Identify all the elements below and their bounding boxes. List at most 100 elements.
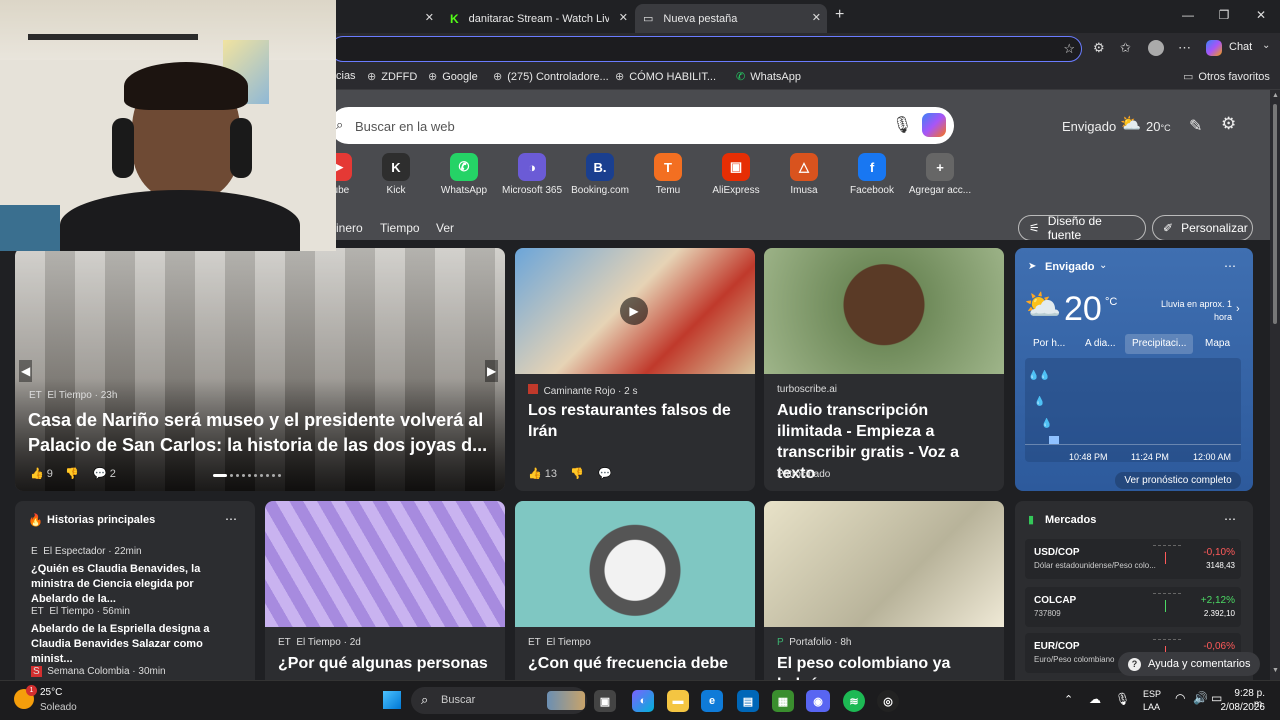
forecast-link[interactable]: Ver pronóstico completo xyxy=(1115,472,1241,489)
lang-esp[interactable]: ESP xyxy=(1143,689,1161,699)
dislike-icon[interactable]: 👎 xyxy=(570,467,584,480)
file-explorer-icon[interactable]: ▬ xyxy=(667,690,689,712)
task-view-icon[interactable]: ▣ xyxy=(594,690,616,712)
article-title[interactable]: El peso colombiano ya habría xyxy=(777,653,1001,680)
comment-button[interactable]: 💬 2 xyxy=(93,467,116,480)
network-tray-icon[interactable]: ☁ xyxy=(1089,692,1101,706)
font-design-button[interactable]: ⚟ Diseño de fuente xyxy=(1018,214,1146,242)
scroll-thumb[interactable] xyxy=(1273,104,1277,324)
article-title[interactable]: ¿Por qué algunas personas xyxy=(278,653,498,674)
settings-icon[interactable]: ⚙ xyxy=(1221,114,1236,134)
microphone-icon[interactable]: 🎙 xyxy=(892,115,912,135)
more-icon[interactable]: ⋯ xyxy=(1178,40,1191,56)
favorite-item[interactable]: ✆ WhatsApp xyxy=(736,70,801,83)
market-row[interactable]: COLCAP 737809 +2,12% 2.392,10 xyxy=(1025,587,1241,627)
close-icon[interactable]: ✕ xyxy=(812,11,821,24)
tab-kick[interactable]: K danitarac Stream - Watch Live on K ✕ xyxy=(442,4,634,33)
weather-card[interactable]: ➤ Envigado ⌄ ⋯ ⛅ 20 °C Lluvia en aprox. … xyxy=(1015,248,1253,491)
story-title[interactable]: Abelardo de la Espriella designa a Claud… xyxy=(31,622,241,667)
hero-card[interactable]: ◀ ▶ ET El Tiempo · 23h Casa de Nariño se… xyxy=(15,248,505,491)
lang-laa[interactable]: LAA xyxy=(1143,702,1160,712)
scroll-up-icon[interactable]: ▲ xyxy=(1272,92,1279,99)
quicklink-4[interactable]: B. Booking.com xyxy=(565,153,635,196)
quicklink-1[interactable]: K Kick xyxy=(361,153,431,196)
edge-icon[interactable]: e xyxy=(701,690,723,712)
tab-previous[interactable]: ✕ xyxy=(336,4,440,33)
extensions-icon[interactable]: ⚙ xyxy=(1093,40,1105,56)
favorite-item[interactable]: ⊕ Google xyxy=(428,70,478,83)
article-title[interactable]: ¿Con qué frecuencia debe xyxy=(528,653,748,674)
article-card[interactable]: ET El Tiempo ¿Con qué frecuencia debe xyxy=(515,501,755,680)
maximize-button[interactable]: ❐ xyxy=(1214,8,1234,22)
minimize-button[interactable]: — xyxy=(1178,8,1198,22)
play-icon[interactable]: ▶ xyxy=(620,297,648,325)
taskbar-temp[interactable]: 25°C xyxy=(40,687,62,698)
quicklink-3[interactable]: ◑ Microsoft 365 xyxy=(497,153,567,196)
copilot-icon[interactable] xyxy=(922,113,946,137)
article-card[interactable]: P Portafolio · 8h El peso colombiano ya … xyxy=(764,501,1004,680)
weather-tab[interactable]: Mapa xyxy=(1205,338,1230,349)
like-button[interactable]: 👍 9 xyxy=(30,467,53,480)
nav-item[interactable]: Ver xyxy=(436,221,454,235)
weather-tab[interactable]: Precipitaci... xyxy=(1132,338,1186,349)
chat-button[interactable]: Chat xyxy=(1229,41,1252,53)
weather-tab[interactable]: Por h... xyxy=(1033,338,1065,349)
comment-icon[interactable]: 💬 xyxy=(598,467,612,480)
microphone-tray-icon[interactable]: 🎙 xyxy=(1115,692,1130,706)
prev-arrow[interactable]: ◀ xyxy=(19,360,33,382)
quicklink-5[interactable]: T Temu xyxy=(633,153,703,196)
help-feedback-button[interactable]: ? Ayuda y comentarios xyxy=(1118,652,1260,676)
scrollbar[interactable]: ▲ ▼ xyxy=(1270,90,1280,680)
windows-start-icon[interactable] xyxy=(383,691,401,709)
new-tab-button[interactable]: + xyxy=(835,6,844,24)
weather-city[interactable]: Envigado xyxy=(1045,261,1095,273)
edit-icon[interactable]: ✎ xyxy=(1189,116,1202,136)
quicklink-9[interactable]: + Agregar acc... xyxy=(905,153,975,196)
search-box[interactable]: ⌕ Buscar en la web 🎙 xyxy=(330,107,954,144)
article-title[interactable]: Los restaurantes falsos de Irán xyxy=(528,400,742,442)
favorite-item[interactable]: cias xyxy=(336,70,356,82)
more-icon[interactable]: ⋯ xyxy=(1224,512,1236,526)
favorite-item[interactable]: ⊕ ZDFFD xyxy=(367,70,417,83)
more-icon[interactable]: ⋯ xyxy=(225,512,237,526)
clock-date[interactable]: 2/08/2026 xyxy=(1215,702,1266,713)
personalize-button[interactable]: ✐ Personalizar xyxy=(1152,215,1253,241)
profile-avatar[interactable] xyxy=(1148,40,1164,56)
carousel-dots[interactable] xyxy=(213,474,309,478)
like-button[interactable]: 👍 13 xyxy=(528,467,557,480)
discord-icon[interactable]: ◉ xyxy=(806,690,830,712)
address-input[interactable]: ☆ xyxy=(330,36,1082,62)
star-icon[interactable]: ☆ xyxy=(1063,41,1075,57)
volume-icon[interactable]: 🔊 xyxy=(1193,691,1208,705)
copilot-icon[interactable] xyxy=(1206,40,1222,56)
minecraft-icon[interactable]: ▦ xyxy=(772,690,794,712)
quicklink-6[interactable]: ▣ AliExpress xyxy=(701,153,771,196)
spotify-icon[interactable]: ≋ xyxy=(843,690,865,712)
weather-tab[interactable]: A dia... xyxy=(1085,338,1116,349)
quicklink-8[interactable]: f Facebook xyxy=(837,153,907,196)
other-favorites[interactable]: ▭ Otros favoritos xyxy=(1183,70,1270,83)
dislike-icon[interactable]: 👎 xyxy=(65,467,79,480)
nav-item[interactable]: Tiempo xyxy=(380,221,420,235)
taskbar-search[interactable]: ⌕ Buscar xyxy=(411,687,587,714)
next-arrow[interactable]: ▶ xyxy=(485,360,499,382)
market-row[interactable]: USD/COP Dólar estadounidense/Peso colo...… xyxy=(1025,539,1241,579)
article-card[interactable]: ET El Tiempo · 2d ¿Por qué algunas perso… xyxy=(265,501,505,680)
weather-city[interactable]: Envigado xyxy=(1062,119,1116,134)
copilot-app-icon[interactable]: ◐ xyxy=(632,690,654,712)
scroll-down-icon[interactable]: ▼ xyxy=(1272,667,1279,674)
more-icon[interactable]: ⋯ xyxy=(1224,259,1236,273)
close-window-button[interactable]: ✕ xyxy=(1251,8,1271,22)
close-icon[interactable]: ✕ xyxy=(619,11,628,24)
chevron-up-icon[interactable]: ⌃ xyxy=(1064,693,1073,706)
favorites-icon[interactable]: ✩ xyxy=(1120,40,1131,56)
chevron-right-icon[interactable]: › xyxy=(1236,303,1240,315)
chevron-down-icon[interactable]: ⌄ xyxy=(1099,260,1107,271)
article-card[interactable]: ▶ Caminante Rojo · 2 s Los restaurantes … xyxy=(515,248,755,491)
quicklink-7[interactable]: △ Imusa xyxy=(769,153,839,196)
obs-icon[interactable]: ◎ xyxy=(877,690,899,712)
chevron-down-icon[interactable]: ⌄ xyxy=(1262,40,1270,51)
story-title[interactable]: ¿Quién es Claudia Benavides, la ministra… xyxy=(31,562,241,607)
nav-item[interactable]: inero xyxy=(336,221,363,235)
tab-new[interactable]: ▭ Nueva pestaña ✕ xyxy=(635,4,827,33)
